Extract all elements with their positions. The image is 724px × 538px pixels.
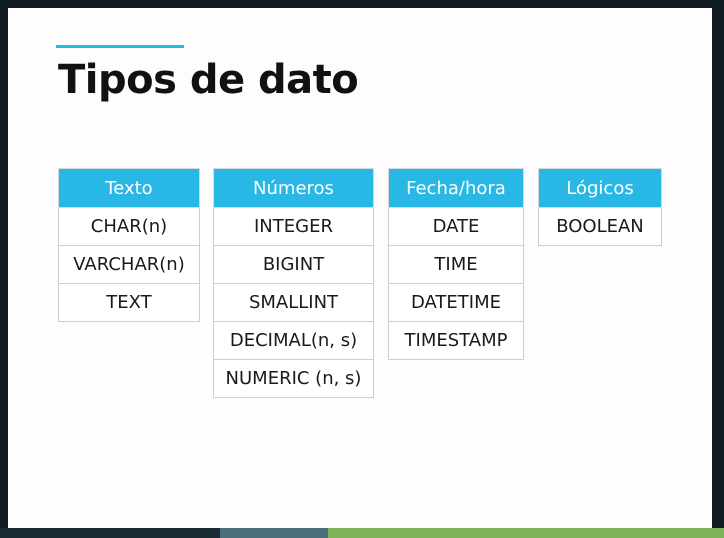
table-texto: Texto CHAR(n) VARCHAR(n) TEXT — [58, 168, 200, 322]
bottom-strip — [0, 528, 724, 538]
table-cell: BOOLEAN — [538, 207, 662, 246]
table-header: Números — [213, 168, 374, 208]
table-cell: DECIMAL(n, s) — [213, 321, 374, 360]
table-header: Lógicos — [538, 168, 662, 208]
slide: Tipos de dato Texto CHAR(n) VARCHAR(n) T… — [8, 8, 712, 528]
table-cell: TIME — [388, 245, 524, 284]
title-accent-line — [56, 45, 184, 48]
table-numeros: Números INTEGER BIGINT SMALLINT DECIMAL(… — [213, 168, 374, 398]
table-cell: DATETIME — [388, 283, 524, 322]
table-cell: VARCHAR(n) — [58, 245, 200, 284]
table-cell: TIMESTAMP — [388, 321, 524, 360]
table-header: Fecha/hora — [388, 168, 524, 208]
table-logicos: Lógicos BOOLEAN — [538, 168, 662, 246]
table-cell: TEXT — [58, 283, 200, 322]
table-cell: BIGINT — [213, 245, 374, 284]
table-cell: INTEGER — [213, 207, 374, 246]
table-cell: CHAR(n) — [58, 207, 200, 246]
table-fecha-hora: Fecha/hora DATE TIME DATETIME TIMESTAMP — [388, 168, 524, 360]
table-cell: DATE — [388, 207, 524, 246]
table-cell: SMALLINT — [213, 283, 374, 322]
frame-edge — [712, 0, 724, 538]
slide-title: Tipos de dato — [58, 57, 359, 103]
table-cell: NUMERIC (n, s) — [213, 359, 374, 398]
table-header: Texto — [58, 168, 200, 208]
